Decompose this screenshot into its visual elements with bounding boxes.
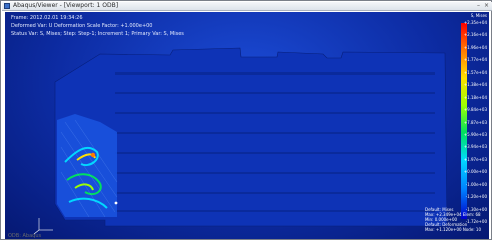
close-button[interactable]: × (483, 2, 490, 10)
summary-line: Max: +1.120e+00 Node: 10 (424, 227, 481, 232)
odb-label: ODB: Abaqus (8, 233, 42, 239)
legend-value: +7.87e+03 (463, 119, 487, 125)
max-stress-point (90, 152, 96, 158)
legend-value: +1.97e+03 (463, 156, 487, 162)
status-info: Status Var: S, Mises; Step: Step-1; Incr… (11, 31, 184, 37)
legend-value: +9.84e+03 (463, 107, 487, 113)
viewer-window: Abaqus/Viewer - [Viewport: 1 ODB] – × Fr… (0, 0, 492, 240)
legend-value: +1.57e+04 (463, 69, 487, 75)
frame-info: Frame: 2012.02.01 19:34:26 (11, 15, 83, 21)
app-icon (4, 3, 10, 9)
legend-value: +5.90e+03 (463, 131, 487, 137)
result-summary: Default: Mises Max: +2.349e+04 Elem: 68 Mi… (425, 207, 481, 232)
legend-value: -1.20e+00 (465, 194, 487, 200)
legend-value: +1.18e+04 (463, 94, 487, 100)
legend-values: +2.35e+04 +2.16e+04 +1.96e+04 +1.77e+04 +1.5… (463, 13, 487, 225)
deformation-info: Deformed Var: U Deformation Scale Factor… (11, 23, 153, 29)
minimize-button[interactable]: – (475, 2, 482, 10)
window-title: Abaqus/Viewer - [Viewport: 1 ODB] (13, 2, 119, 9)
legend-value: +1.38e+04 (463, 82, 487, 88)
stress-contour-model (54, 47, 448, 227)
model-viewport[interactable]: Frame: 2012.02.01 19:34:26 Deformed Var:… (5, 12, 489, 239)
node-marker (114, 201, 118, 205)
legend-value: +2.35e+04 (463, 20, 487, 25)
title-bar[interactable]: Abaqus/Viewer - [Viewport: 1 ODB] – × (2, 2, 492, 11)
legend-value: +0.00e+00 (463, 169, 487, 175)
legend-value: +3.94e+03 (463, 144, 487, 150)
legend-value: -1.00e+00 (465, 181, 487, 187)
legend-value: +1.96e+04 (463, 44, 487, 50)
legend-title: S, Mises (470, 13, 487, 18)
legend-value: +1.77e+04 (463, 57, 487, 63)
legend-value: +2.16e+04 (463, 32, 487, 38)
